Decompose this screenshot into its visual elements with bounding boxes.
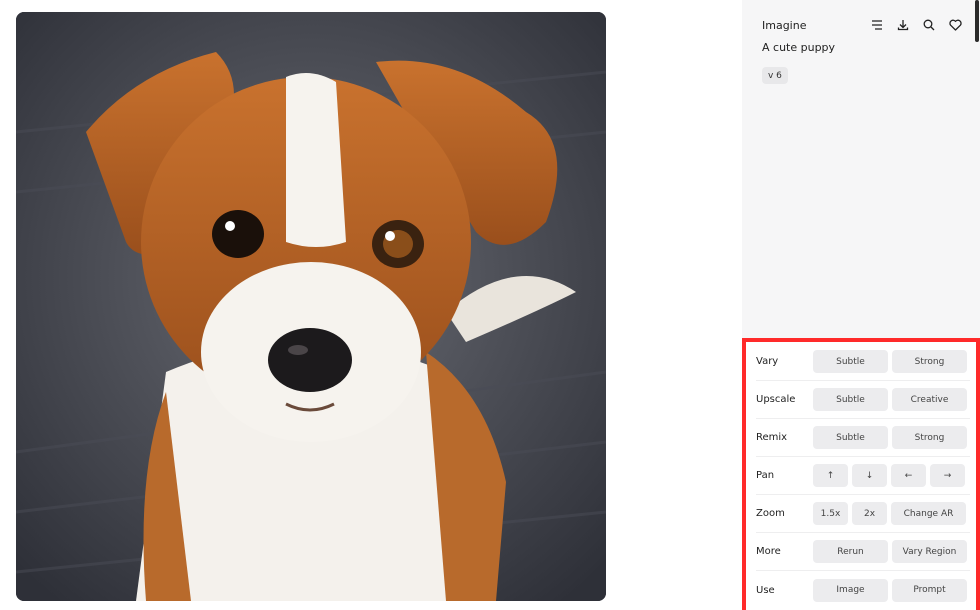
use-row: Use Image Prompt [756, 571, 970, 609]
menu-lines-icon[interactable] [870, 18, 884, 32]
zoom-row: Zoom 1.5x 2x Change AR [756, 495, 970, 533]
puppy-image-illustration [16, 12, 606, 601]
more-row: More Rerun Vary Region [756, 533, 970, 571]
search-icon[interactable] [922, 18, 936, 32]
more-label: More [756, 546, 781, 557]
heart-icon[interactable] [948, 18, 962, 32]
sidebar-title: Imagine [762, 18, 807, 32]
use-prompt-button[interactable]: Prompt [892, 578, 967, 602]
use-image-button[interactable]: Image [813, 578, 888, 602]
remix-row: Remix Subtle Strong [756, 419, 970, 457]
rerun-button[interactable]: Rerun [813, 540, 888, 563]
vary-label: Vary [756, 356, 779, 367]
remix-strong-button[interactable]: Strong [892, 426, 967, 449]
vary-strong-button[interactable]: Strong [892, 350, 967, 373]
pan-down-button[interactable]: ↓ [852, 464, 887, 487]
remix-subtle-button[interactable]: Subtle [813, 426, 888, 449]
change-ar-button[interactable]: Change AR [891, 502, 966, 525]
upscale-row: Upscale Subtle Creative [756, 381, 970, 419]
scrollbar-thumb[interactable] [975, 0, 979, 42]
zoom-1-5x-button[interactable]: 1.5x [813, 502, 848, 525]
prompt-text[interactable]: A cute puppy [762, 41, 835, 54]
upscale-label: Upscale [756, 394, 796, 405]
upscale-subtle-button[interactable]: Subtle [813, 388, 888, 411]
vary-region-button[interactable]: Vary Region [892, 540, 967, 563]
zoom-2x-button[interactable]: 2x [852, 502, 887, 525]
pan-up-button[interactable]: ↑ [813, 464, 848, 487]
app-root: Imagine A cute puppy v 6 Vary Subtle Str… [0, 0, 980, 610]
generated-image[interactable] [16, 12, 606, 601]
pan-label: Pan [756, 470, 775, 481]
download-icon[interactable] [896, 18, 910, 32]
upscale-creative-button[interactable]: Creative [892, 388, 967, 411]
zoom-label: Zoom [756, 508, 785, 519]
image-viewer [0, 0, 742, 610]
pan-row: Pan ↑ ↓ ← → [756, 457, 970, 495]
actions-panel: Vary Subtle Strong Upscale Subtle Creati… [742, 338, 980, 610]
version-badge: v 6 [762, 67, 788, 84]
pan-left-button[interactable]: ← [891, 464, 926, 487]
vary-row: Vary Subtle Strong [756, 343, 970, 381]
remix-label: Remix [756, 432, 788, 443]
vary-subtle-button[interactable]: Subtle [813, 350, 888, 373]
use-label: Use [756, 584, 775, 596]
sidebar-header: Imagine [762, 15, 962, 35]
pan-right-button[interactable]: → [930, 464, 965, 487]
